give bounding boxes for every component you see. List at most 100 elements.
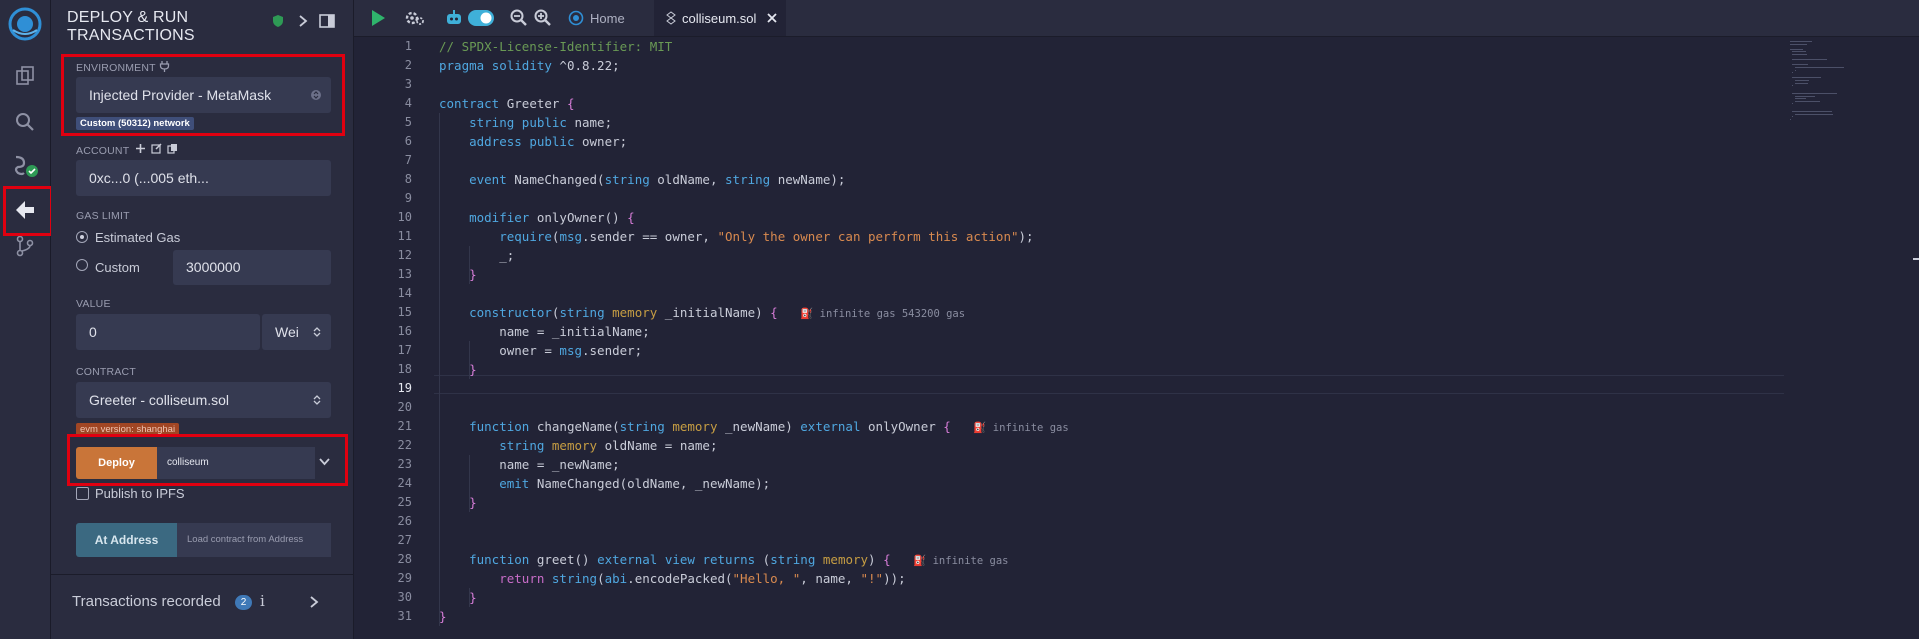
code-line[interactable]: 9	[354, 189, 1784, 208]
close-icon[interactable]	[766, 12, 778, 24]
contract-label: CONTRACT	[76, 366, 136, 378]
account-select[interactable]: 0xc...0 (...005 eth...	[76, 160, 331, 196]
code-line[interactable]: 13 }	[354, 265, 1784, 284]
copy-icon[interactable]	[167, 143, 178, 157]
line-number: 13	[397, 267, 412, 281]
publish-ipfs-checkbox[interactable]	[76, 487, 89, 500]
code-text: address public owner;	[469, 134, 628, 149]
tab-home[interactable]: Home	[562, 0, 641, 36]
code-line[interactable]: 29 return string(abi.encodePacked("Hello…	[354, 569, 1784, 588]
tab-colliseum-sol[interactable]: colliseum.sol	[654, 0, 787, 36]
minimap-line	[1794, 82, 1809, 84]
line-number: 3	[404, 77, 412, 91]
code-line[interactable]: 26	[354, 512, 1784, 531]
minimap-line	[1792, 59, 1828, 61]
scrollbar[interactable]	[1913, 258, 1919, 260]
code-line[interactable]: 10 modifier onlyOwner() {	[354, 208, 1784, 227]
remix-logo-icon[interactable]	[0, 4, 50, 44]
code-line[interactable]: 17 owner = msg.sender;	[354, 341, 1784, 360]
line-number: 4	[404, 96, 412, 110]
value-unit: Wei	[275, 324, 299, 340]
chevron-down-icon[interactable]	[318, 456, 331, 470]
line-number: 27	[397, 533, 412, 547]
custom-gas-radio[interactable]	[76, 259, 88, 271]
select-spinner-icon	[311, 90, 321, 100]
chevron-right-icon[interactable]	[309, 595, 319, 612]
deploy-button[interactable]: Deploy	[76, 447, 157, 479]
minimap-line	[1792, 93, 1838, 94]
compile-settings-icon[interactable]	[405, 9, 425, 32]
shield-icon[interactable]	[271, 14, 285, 31]
code-line[interactable]: 28 function greet() external view return…	[354, 550, 1784, 569]
code-line[interactable]: 2 pragma solidity ^0.8.22;	[354, 56, 1784, 75]
code-line[interactable]: 20	[354, 398, 1784, 417]
code-line[interactable]: 4 contract Greeter {	[354, 94, 1784, 113]
code-text: constructor(string memory _initialName) …	[469, 305, 966, 320]
code-line[interactable]: 15 constructor(string memory _initialNam…	[354, 303, 1784, 322]
ai-copilot-icon[interactable]	[444, 9, 464, 32]
chevron-right-icon[interactable]	[297, 14, 309, 31]
line-number: 30	[397, 590, 412, 604]
code-editor[interactable]: 1 // SPDX-License-Identifier: MIT 2 pragma …	[354, 37, 1919, 639]
info-icon[interactable]: i	[260, 592, 265, 610]
code-line[interactable]: 25 }	[354, 493, 1784, 512]
code-line[interactable]: 3	[354, 75, 1784, 94]
git-icon[interactable]	[0, 226, 50, 266]
code-line[interactable]: 18 }	[354, 360, 1784, 379]
at-address-button[interactable]: At Address	[76, 523, 177, 557]
line-number: 9	[404, 191, 412, 205]
line-number: 18	[397, 362, 412, 376]
file-explorer-icon[interactable]	[0, 56, 50, 96]
line-number: 28	[397, 552, 412, 566]
code-line[interactable]: 11 require(msg.sender == owner, "Only th…	[354, 227, 1784, 246]
solidity-compiler-icon[interactable]	[0, 146, 50, 186]
minimap-line	[1794, 95, 1816, 97]
zoom-out-icon[interactable]	[510, 9, 527, 31]
plug-icon	[159, 60, 170, 75]
minimap-line	[1790, 41, 1812, 42]
code-line[interactable]: 16 name = _initialName;	[354, 322, 1784, 341]
copilot-toggle[interactable]	[468, 10, 494, 31]
minimap-line	[1794, 80, 1809, 81]
code-line[interactable]: 22 string memory oldName = name;	[354, 436, 1784, 455]
minimap[interactable]	[1784, 37, 1904, 157]
plus-icon[interactable]	[135, 143, 146, 157]
estimated-gas-radio[interactable]	[76, 231, 88, 243]
deploy-run-icon[interactable]	[0, 190, 50, 230]
value-input[interactable]: 0	[76, 314, 260, 350]
run-play-icon[interactable]	[370, 9, 386, 32]
code-line[interactable]: 6 address public owner;	[354, 132, 1784, 151]
zoom-in-icon[interactable]	[534, 9, 551, 31]
code-line[interactable]: 23 name = _newName;	[354, 455, 1784, 474]
custom-gas-input[interactable]: 3000000	[173, 250, 331, 285]
at-address-input[interactable]: Load contract from Address	[177, 523, 331, 557]
environment-select[interactable]: Injected Provider - MetaMask	[76, 77, 331, 113]
code-line[interactable]: 8 event NameChanged(string oldName, stri…	[354, 170, 1784, 189]
code-line[interactable]: 24 emit NameChanged(oldName, _newName);	[354, 474, 1784, 493]
deploy-run-panel: DEPLOY & RUN TRANSACTIONS ENVIRONMENT In…	[51, 0, 354, 639]
contract-value: Greeter - colliseum.sol	[89, 392, 230, 408]
icon-sidebar	[0, 0, 51, 639]
dock-panel-icon[interactable]	[319, 14, 335, 31]
code-text: }	[469, 267, 477, 282]
transactions-recorded-title[interactable]: Transactions recorded	[72, 593, 221, 610]
line-number: 12	[397, 248, 412, 262]
code-line[interactable]: 7	[354, 151, 1784, 170]
edit-icon[interactable]	[151, 143, 162, 157]
code-line[interactable]: 1 // SPDX-License-Identifier: MIT	[354, 37, 1784, 56]
deploy-arg-input[interactable]: colliseum	[157, 447, 315, 479]
search-icon[interactable]	[0, 102, 50, 142]
contract-select[interactable]: Greeter - colliseum.sol	[76, 382, 331, 418]
line-number: 11	[397, 229, 412, 243]
code-line[interactable]: 31}	[354, 607, 1784, 626]
code-line[interactable]: 5 string public name;	[354, 113, 1784, 132]
code-line[interactable]: 21 function changeName(string memory _ne…	[354, 417, 1784, 436]
divider	[51, 574, 353, 575]
code-line[interactable]: 30 }	[354, 588, 1784, 607]
value-unit-select[interactable]: Wei	[262, 314, 331, 350]
code-line[interactable]: 27	[354, 531, 1784, 550]
code-line[interactable]: 12 _;	[354, 246, 1784, 265]
code-line[interactable]: 19	[354, 379, 1784, 398]
code-line[interactable]: 14	[354, 284, 1784, 303]
code-text: return string(abi.encodePacked("Hello, "…	[499, 571, 906, 586]
